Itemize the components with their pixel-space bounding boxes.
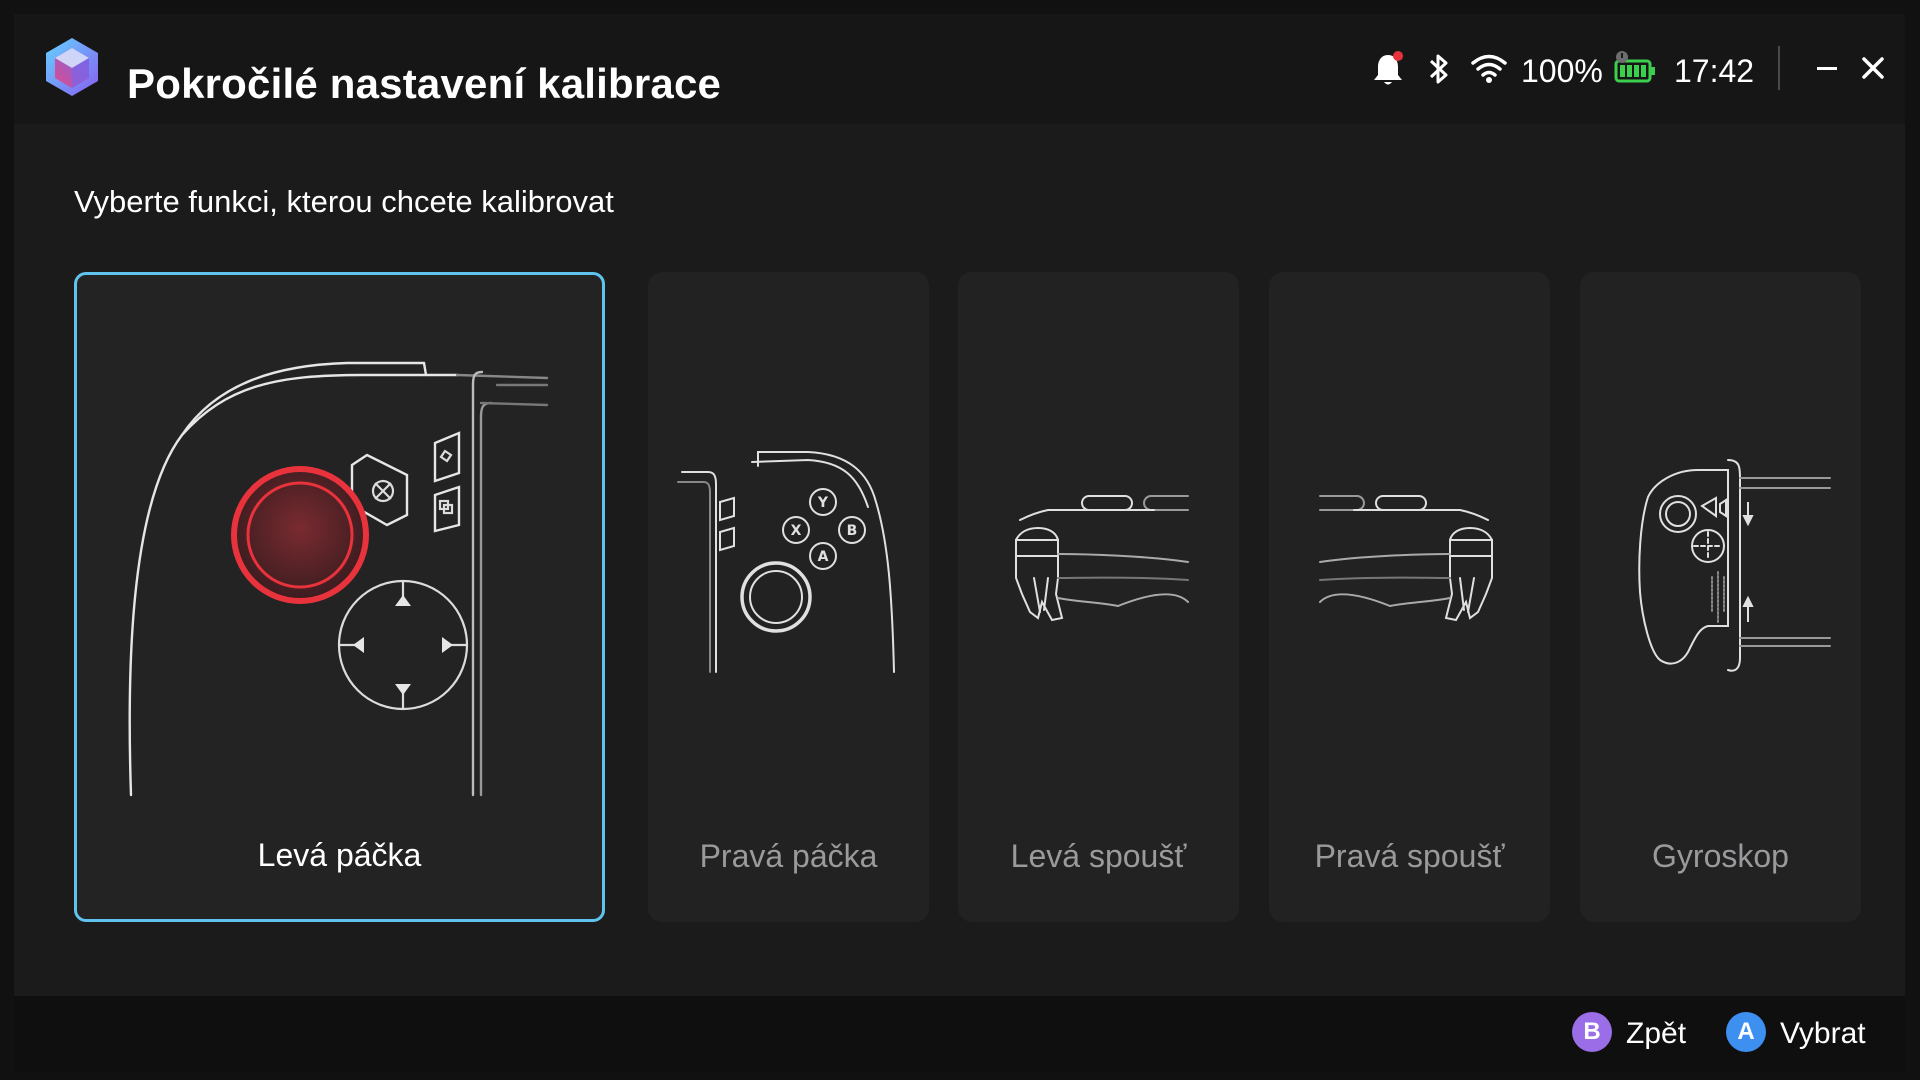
titlebar-divider	[1778, 46, 1780, 90]
select-hint-button[interactable]: A Vybrat	[1726, 1010, 1876, 1056]
page-title: Pokročilé nastavení kalibrace	[127, 60, 722, 107]
gyroscope-icon	[1638, 459, 1831, 672]
card-gyroscope[interactable]: Gyroskop	[1580, 272, 1861, 922]
card-right-trigger[interactable]: Pravá spoušť	[1269, 272, 1550, 922]
svg-text:A: A	[818, 549, 829, 565]
card-label: Gyroskop	[1652, 838, 1789, 874]
left-stick-controller-icon	[128, 361, 549, 797]
svg-text:B: B	[847, 523, 858, 539]
b-button-icon: B	[1572, 1012, 1612, 1052]
battery-icon[interactable]	[1613, 50, 1657, 86]
clock: 17:42	[1674, 53, 1755, 89]
left-stick-highlight	[231, 466, 369, 604]
title-bar: Pokročilé nastavení kalibrace 100% 17:42	[14, 14, 1905, 124]
footer-bar: B Zpět A Vybrat	[14, 996, 1905, 1072]
close-icon[interactable]	[1855, 50, 1891, 86]
card-label: Pravá páčka	[699, 838, 878, 874]
card-left-stick[interactable]: Levá páčka	[74, 272, 605, 922]
a-button-icon: A	[1726, 1012, 1766, 1052]
card-label: Pravá spoušť	[1314, 838, 1505, 874]
status-area: 100% 17:42	[1345, 44, 1905, 94]
card-right-stick[interactable]: Y X B A Pravá páčka	[648, 272, 929, 922]
back-label: Zpět	[1626, 1017, 1687, 1050]
battery-percent: 100%	[1521, 53, 1603, 89]
bell-icon[interactable]	[1371, 50, 1405, 88]
card-label: Levá spoušť	[1010, 838, 1187, 874]
wifi-icon[interactable]	[1471, 52, 1507, 84]
svg-text:Y: Y	[817, 495, 829, 511]
svg-text:X: X	[791, 523, 802, 539]
notification-dot	[1393, 51, 1403, 61]
select-label: Vybrat	[1780, 1017, 1866, 1050]
card-left-trigger[interactable]: Levá spoušť	[958, 272, 1239, 922]
section-subtitle: Vyberte funkci, kterou chcete kalibrovat	[74, 184, 614, 219]
right-trigger-icon	[1319, 495, 1493, 622]
bluetooth-icon[interactable]	[1427, 52, 1451, 86]
right-stick-controller-icon: Y X B A	[677, 451, 895, 673]
back-hint-button[interactable]: B Zpět	[1572, 1010, 1692, 1056]
app-logo-icon	[46, 38, 98, 96]
card-label: Levá páčka	[257, 837, 422, 873]
left-trigger-icon	[1015, 495, 1189, 622]
app-window: Pokročilé nastavení kalibrace 100% 17:42…	[14, 14, 1905, 1072]
minimize-icon[interactable]	[1809, 50, 1845, 86]
